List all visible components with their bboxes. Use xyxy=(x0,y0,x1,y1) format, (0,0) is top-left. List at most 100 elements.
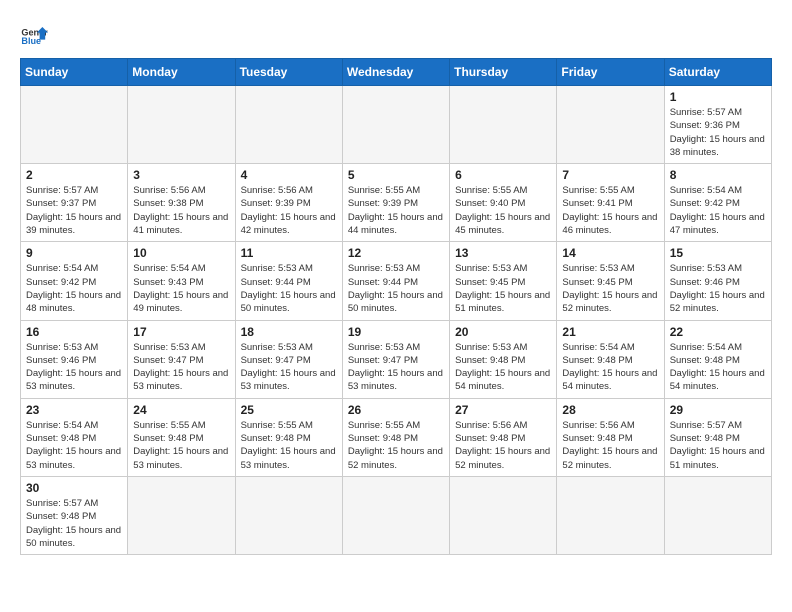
day-cell-2-4: 13Sunrise: 5:53 AM Sunset: 9:45 PM Dayli… xyxy=(450,242,557,320)
day-info: Sunrise: 5:53 AM Sunset: 9:47 PM Dayligh… xyxy=(241,341,337,394)
day-number: 20 xyxy=(455,325,551,339)
day-number: 3 xyxy=(133,168,229,182)
day-info: Sunrise: 5:56 AM Sunset: 9:48 PM Dayligh… xyxy=(562,419,658,472)
day-cell-4-2: 25 Sunrise: 5:55 AM Sunset: 9:48 PM Dayli… xyxy=(235,398,342,476)
header-saturday: Saturday xyxy=(664,59,771,86)
page-header: General Blue xyxy=(20,20,772,48)
week-row-3: 16 Sunrise: 5:53 AM Sunset: 9:46 PM Dayli… xyxy=(21,320,772,398)
day-number: 30 xyxy=(26,481,122,495)
day-cell-0-0 xyxy=(21,86,128,164)
day-cell-1-6: 8 Sunrise: 5:54 AM Sunset: 9:42 PM Daylig… xyxy=(664,164,771,242)
day-cell-2-5: 14Sunrise: 5:53 AM Sunset: 9:45 PM Dayli… xyxy=(557,242,664,320)
day-cell-4-6: 29Sunrise: 5:57 AM Sunset: 9:48 PM Dayli… xyxy=(664,398,771,476)
header-friday: Friday xyxy=(557,59,664,86)
day-cell-1-5: 7 Sunrise: 5:55 AM Sunset: 9:41 PM Daylig… xyxy=(557,164,664,242)
day-cell-5-6 xyxy=(664,476,771,554)
calendar-table: SundayMondayTuesdayWednesdayThursdayFrid… xyxy=(20,58,772,555)
day-info: Sunrise: 5:53 AM Sunset: 9:46 PM Dayligh… xyxy=(670,262,766,315)
calendar-header-row: SundayMondayTuesdayWednesdayThursdayFrid… xyxy=(21,59,772,86)
day-cell-3-0: 16 Sunrise: 5:53 AM Sunset: 9:46 PM Dayli… xyxy=(21,320,128,398)
day-number: 27 xyxy=(455,403,551,417)
day-cell-2-0: 9 Sunrise: 5:54 AM Sunset: 9:42 PM Daylig… xyxy=(21,242,128,320)
day-cell-5-5 xyxy=(557,476,664,554)
day-info: Sunrise: 5:56 AM Sunset: 9:48 PM Dayligh… xyxy=(455,419,551,472)
day-cell-2-1: 10Sunrise: 5:54 AM Sunset: 9:43 PM Dayli… xyxy=(128,242,235,320)
day-cell-0-4 xyxy=(450,86,557,164)
day-info: Sunrise: 5:54 AM Sunset: 9:42 PM Dayligh… xyxy=(26,262,122,315)
logo: General Blue xyxy=(20,20,52,48)
logo-icon: General Blue xyxy=(20,20,48,48)
day-cell-5-3 xyxy=(342,476,449,554)
day-info: Sunrise: 5:53 AM Sunset: 9:44 PM Dayligh… xyxy=(348,262,444,315)
day-number: 22 xyxy=(670,325,766,339)
week-row-2: 9 Sunrise: 5:54 AM Sunset: 9:42 PM Daylig… xyxy=(21,242,772,320)
day-info: Sunrise: 5:55 AM Sunset: 9:39 PM Dayligh… xyxy=(348,184,444,237)
day-number: 17 xyxy=(133,325,229,339)
day-cell-1-3: 5Sunrise: 5:55 AM Sunset: 9:39 PM Daylig… xyxy=(342,164,449,242)
day-cell-1-1: 3 Sunrise: 5:56 AM Sunset: 9:38 PM Daylig… xyxy=(128,164,235,242)
day-number: 14 xyxy=(562,246,658,260)
day-number: 6 xyxy=(455,168,551,182)
day-info: Sunrise: 5:57 AM Sunset: 9:37 PM Dayligh… xyxy=(26,184,122,237)
day-number: 7 xyxy=(562,168,658,182)
day-info: Sunrise: 5:53 AM Sunset: 9:46 PM Dayligh… xyxy=(26,341,122,394)
day-cell-3-5: 21Sunrise: 5:54 AM Sunset: 9:48 PM Dayli… xyxy=(557,320,664,398)
day-info: Sunrise: 5:55 AM Sunset: 9:41 PM Dayligh… xyxy=(562,184,658,237)
day-info: Sunrise: 5:55 AM Sunset: 9:40 PM Dayligh… xyxy=(455,184,551,237)
header-sunday: Sunday xyxy=(21,59,128,86)
day-number: 1 xyxy=(670,90,766,104)
day-number: 28 xyxy=(562,403,658,417)
day-info: Sunrise: 5:57 AM Sunset: 9:48 PM Dayligh… xyxy=(670,419,766,472)
week-row-5: 30 Sunrise: 5:57 AM Sunset: 9:48 PM Dayli… xyxy=(21,476,772,554)
day-cell-3-4: 20 Sunrise: 5:53 AM Sunset: 9:48 PM Dayli… xyxy=(450,320,557,398)
day-info: Sunrise: 5:55 AM Sunset: 9:48 PM Dayligh… xyxy=(348,419,444,472)
day-cell-0-2 xyxy=(235,86,342,164)
day-info: Sunrise: 5:57 AM Sunset: 9:36 PM Dayligh… xyxy=(670,106,766,159)
day-number: 2 xyxy=(26,168,122,182)
day-info: Sunrise: 5:55 AM Sunset: 9:48 PM Dayligh… xyxy=(133,419,229,472)
day-number: 25 xyxy=(241,403,337,417)
header-wednesday: Wednesday xyxy=(342,59,449,86)
day-info: Sunrise: 5:56 AM Sunset: 9:38 PM Dayligh… xyxy=(133,184,229,237)
week-row-1: 2 Sunrise: 5:57 AM Sunset: 9:37 PM Daylig… xyxy=(21,164,772,242)
day-number: 16 xyxy=(26,325,122,339)
day-info: Sunrise: 5:53 AM Sunset: 9:47 PM Dayligh… xyxy=(133,341,229,394)
svg-text:Blue: Blue xyxy=(21,36,41,46)
day-cell-3-6: 22 Sunrise: 5:54 AM Sunset: 9:48 PM Dayli… xyxy=(664,320,771,398)
day-number: 21 xyxy=(562,325,658,339)
day-cell-4-0: 23Sunrise: 5:54 AM Sunset: 9:48 PM Dayli… xyxy=(21,398,128,476)
day-cell-5-0: 30 Sunrise: 5:57 AM Sunset: 9:48 PM Dayli… xyxy=(21,476,128,554)
day-cell-3-1: 17 Sunrise: 5:53 AM Sunset: 9:47 PM Dayli… xyxy=(128,320,235,398)
day-info: Sunrise: 5:53 AM Sunset: 9:47 PM Dayligh… xyxy=(348,341,444,394)
day-cell-0-1 xyxy=(128,86,235,164)
week-row-4: 23Sunrise: 5:54 AM Sunset: 9:48 PM Dayli… xyxy=(21,398,772,476)
day-cell-4-3: 26 Sunrise: 5:55 AM Sunset: 9:48 PM Dayli… xyxy=(342,398,449,476)
day-number: 8 xyxy=(670,168,766,182)
day-info: Sunrise: 5:57 AM Sunset: 9:48 PM Dayligh… xyxy=(26,497,122,550)
day-info: Sunrise: 5:53 AM Sunset: 9:48 PM Dayligh… xyxy=(455,341,551,394)
day-number: 23 xyxy=(26,403,122,417)
day-cell-2-6: 15 Sunrise: 5:53 AM Sunset: 9:46 PM Dayli… xyxy=(664,242,771,320)
day-number: 10 xyxy=(133,246,229,260)
day-info: Sunrise: 5:56 AM Sunset: 9:39 PM Dayligh… xyxy=(241,184,337,237)
day-info: Sunrise: 5:55 AM Sunset: 9:48 PM Dayligh… xyxy=(241,419,337,472)
day-info: Sunrise: 5:53 AM Sunset: 9:44 PM Dayligh… xyxy=(241,262,337,315)
day-info: Sunrise: 5:54 AM Sunset: 9:48 PM Dayligh… xyxy=(670,341,766,394)
day-number: 15 xyxy=(670,246,766,260)
day-number: 26 xyxy=(348,403,444,417)
day-cell-4-4: 27 Sunrise: 5:56 AM Sunset: 9:48 PM Dayli… xyxy=(450,398,557,476)
day-cell-1-2: 4Sunrise: 5:56 AM Sunset: 9:39 PM Daylig… xyxy=(235,164,342,242)
week-row-0: 1 Sunrise: 5:57 AM Sunset: 9:36 PM Daylig… xyxy=(21,86,772,164)
day-number: 9 xyxy=(26,246,122,260)
day-number: 24 xyxy=(133,403,229,417)
day-number: 13 xyxy=(455,246,551,260)
day-number: 12 xyxy=(348,246,444,260)
day-cell-0-3 xyxy=(342,86,449,164)
day-cell-1-4: 6 Sunrise: 5:55 AM Sunset: 9:40 PM Daylig… xyxy=(450,164,557,242)
day-cell-3-3: 19Sunrise: 5:53 AM Sunset: 9:47 PM Dayli… xyxy=(342,320,449,398)
day-cell-2-2: 11Sunrise: 5:53 AM Sunset: 9:44 PM Dayli… xyxy=(235,242,342,320)
header-thursday: Thursday xyxy=(450,59,557,86)
day-cell-0-5 xyxy=(557,86,664,164)
day-cell-5-4 xyxy=(450,476,557,554)
day-info: Sunrise: 5:54 AM Sunset: 9:42 PM Dayligh… xyxy=(670,184,766,237)
